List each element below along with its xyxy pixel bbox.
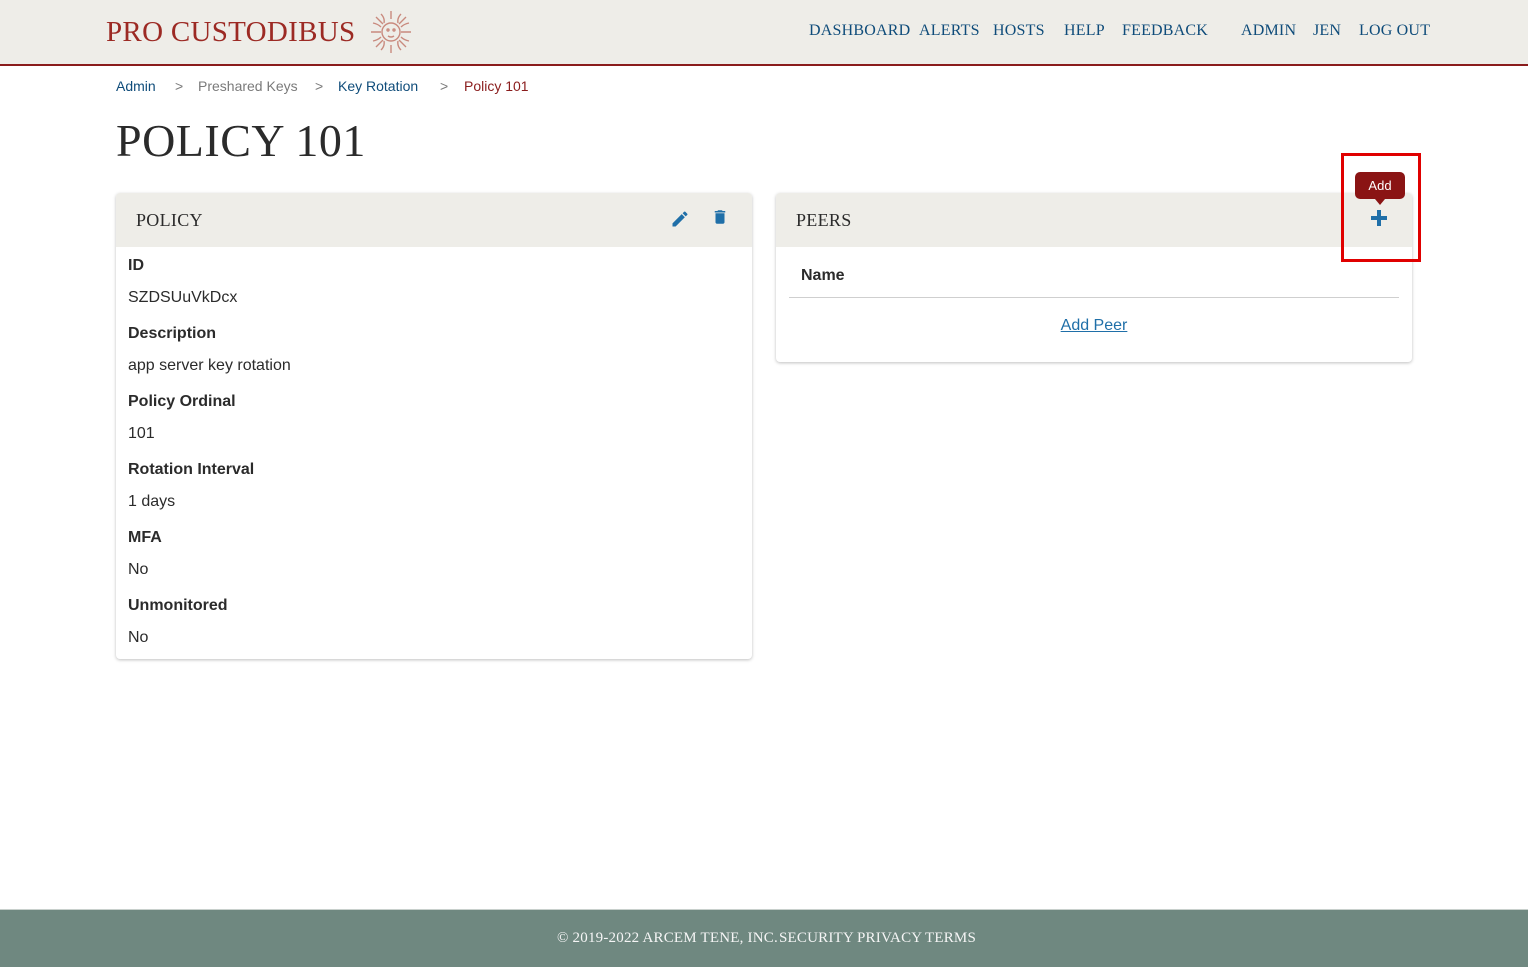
- field-value-rotation-interval: 1 days: [128, 493, 176, 510]
- highlight-box: [1341, 153, 1421, 262]
- delete-button[interactable]: [707, 204, 733, 230]
- peers-card: PEERS Name Add Peer: [776, 193, 1412, 362]
- policy-card-header: POLICY: [116, 193, 752, 247]
- policy-card: POLICY ID SZDSUuVkDcx Description app se…: [116, 193, 752, 659]
- pencil-icon: [672, 211, 688, 227]
- breadcrumb-preshared-keys: Preshared Keys: [198, 78, 298, 94]
- main-nav: DASHBOARD ALERTS HOSTS HELP FEEDBACK ADM…: [0, 22, 1528, 42]
- footer-link-terms[interactable]: TERMS: [925, 930, 976, 947]
- footer-link-privacy[interactable]: PRIVACY: [857, 930, 922, 947]
- trash-icon: [714, 210, 726, 224]
- page-title: POLICY 101: [116, 115, 366, 166]
- nav-hosts[interactable]: HOSTS: [993, 22, 1045, 40]
- nav-log-out[interactable]: LOG OUT: [1359, 22, 1430, 40]
- field-value-policy-ordinal: 101: [128, 425, 155, 442]
- field-label-policy-ordinal: Policy Ordinal: [128, 393, 236, 410]
- field-value-mfa: No: [128, 561, 149, 578]
- nav-alerts[interactable]: ALERTS: [919, 22, 980, 40]
- field-value-unmonitored: No: [128, 629, 149, 646]
- field-label-mfa: MFA: [128, 529, 162, 546]
- top-nav-bar: PRO CUSTODIBUS DASHBOARD ALERTS HOSTS HE…: [0, 0, 1528, 66]
- breadcrumb-admin[interactable]: Admin: [116, 78, 156, 94]
- field-label-description: Description: [128, 325, 217, 342]
- field-label-rotation-interval: Rotation Interval: [128, 461, 255, 478]
- footer-link-security[interactable]: SECURITY: [779, 930, 854, 947]
- table-divider: [789, 297, 1399, 298]
- breadcrumb-separator: >: [440, 78, 449, 94]
- nav-admin[interactable]: ADMIN: [1241, 22, 1296, 40]
- edit-button[interactable]: [667, 206, 693, 232]
- policy-card-title: POLICY: [136, 210, 203, 230]
- peers-card-header: PEERS: [776, 193, 1412, 247]
- nav-user-jen[interactable]: JEN: [1313, 22, 1341, 40]
- nav-dashboard[interactable]: DASHBOARD: [809, 22, 910, 40]
- add-peer-link[interactable]: Add Peer: [776, 317, 1412, 335]
- breadcrumb-separator: >: [315, 78, 324, 94]
- column-header-name[interactable]: Name: [801, 267, 845, 285]
- field-label-unmonitored: Unmonitored: [128, 597, 228, 614]
- footer-row: © 2019-2022 ARCEM TENE, INC. SECURITY PR…: [0, 930, 1528, 950]
- field-label-id: ID: [128, 257, 144, 274]
- footer-copyright: © 2019-2022 ARCEM TENE, INC.: [557, 930, 778, 946]
- breadcrumb-current: Policy 101: [464, 78, 529, 94]
- field-value-description: app server key rotation: [128, 357, 291, 374]
- field-value-id: SZDSUuVkDcx: [128, 289, 238, 306]
- nav-feedback[interactable]: FEEDBACK: [1122, 22, 1208, 40]
- breadcrumb-key-rotation[interactable]: Key Rotation: [338, 78, 418, 94]
- breadcrumb-separator: >: [175, 78, 184, 94]
- peers-card-title: PEERS: [796, 210, 852, 230]
- footer: © 2019-2022 ARCEM TENE, INC. SECURITY PR…: [0, 909, 1528, 967]
- nav-help[interactable]: HELP: [1064, 22, 1105, 40]
